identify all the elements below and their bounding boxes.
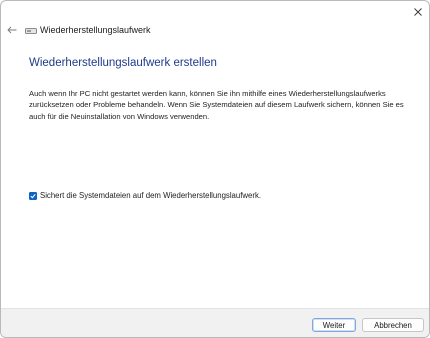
backup-system-files-checkbox[interactable]: [29, 191, 37, 200]
back-arrow-icon: [7, 26, 17, 34]
drive-icon: [25, 28, 37, 34]
backup-system-files-label: Sichert die Systemdateien auf dem Wieder…: [40, 191, 262, 200]
back-button[interactable]: [5, 23, 19, 37]
button-bar: Weiter Abbrechen: [1, 308, 429, 337]
window-title: Wiederherstellungslaufwerk: [40, 25, 151, 35]
page-heading: Wiederherstellungslaufwerk erstellen: [29, 57, 217, 69]
next-button[interactable]: Weiter: [312, 318, 356, 332]
close-icon: [414, 8, 422, 16]
description-text: Auch wenn Ihr PC nicht gestartet werden …: [29, 89, 404, 121]
recovery-drive-window: Wiederherstellungslaufwerk Wiederherstel…: [0, 0, 430, 338]
cancel-button[interactable]: Abbrechen: [362, 318, 424, 332]
checkmark-icon: [30, 193, 36, 199]
close-button[interactable]: [408, 3, 428, 21]
backup-system-files-checkbox-row[interactable]: Sichert die Systemdateien auf dem Wieder…: [29, 191, 261, 200]
